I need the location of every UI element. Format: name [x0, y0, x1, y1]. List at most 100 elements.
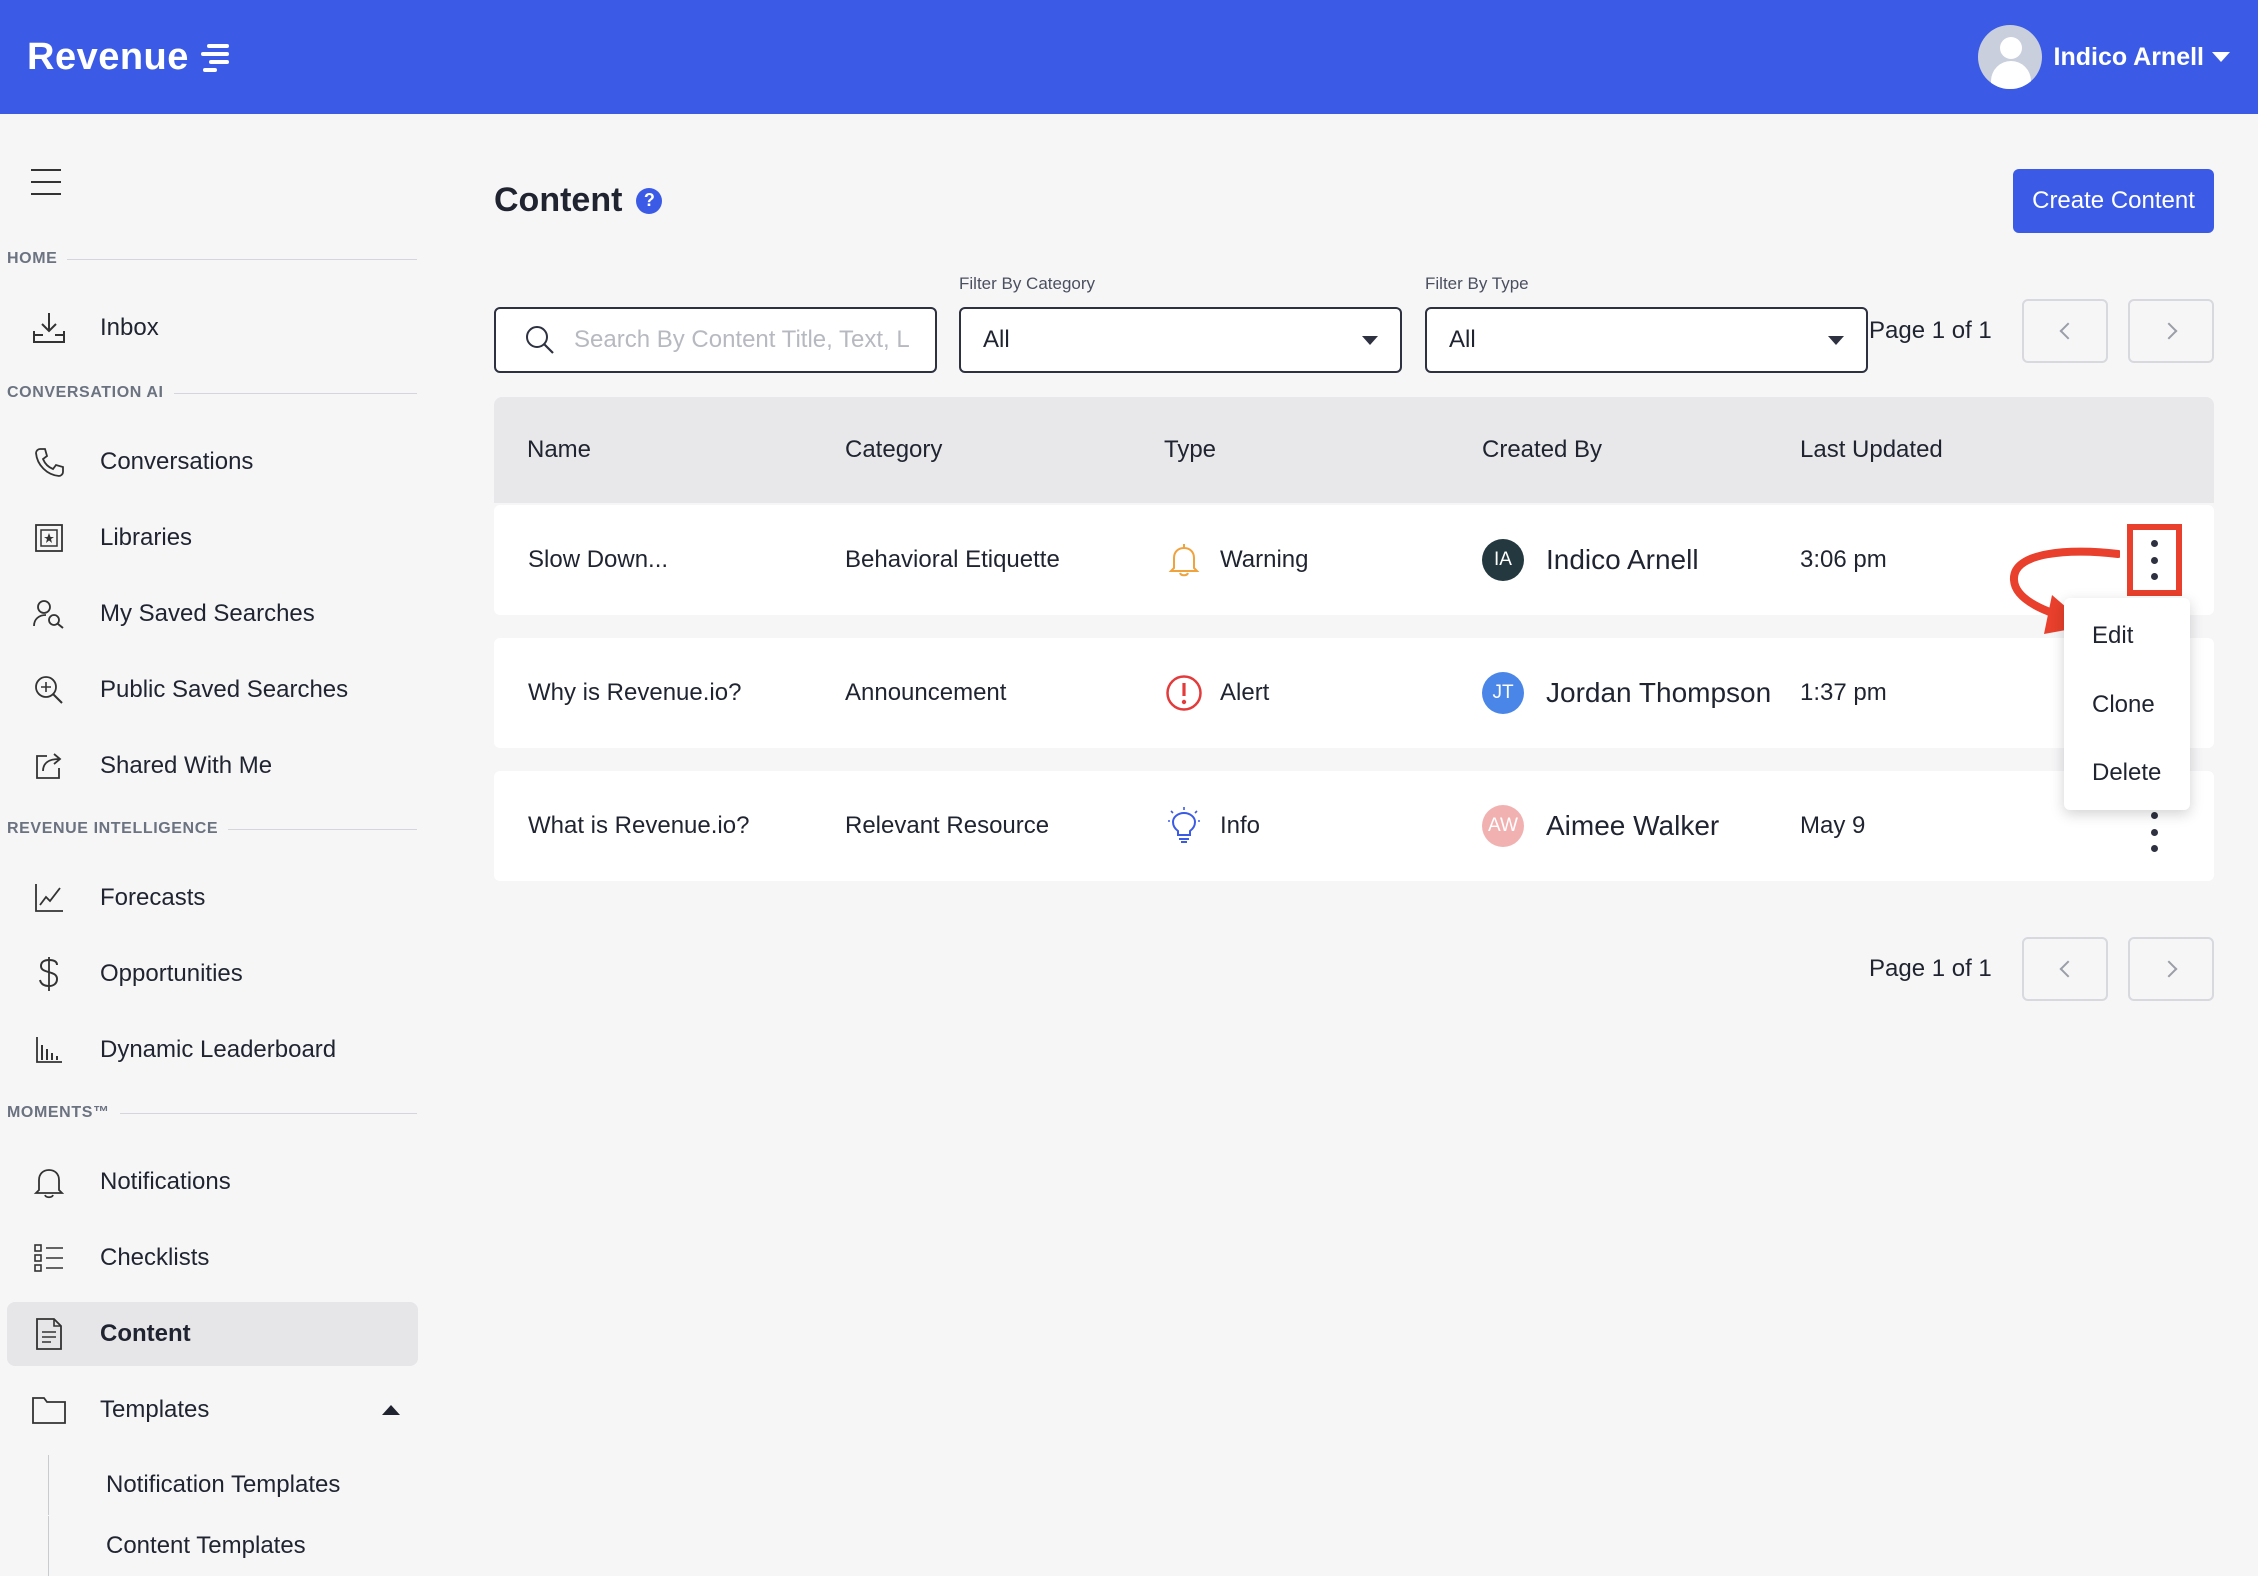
help-icon[interactable]: ? [636, 187, 663, 214]
filter-type-label: Filter By Type [1425, 274, 1529, 293]
lightbulb-icon [1164, 806, 1204, 846]
cell-category: Behavioral Etiquette [845, 546, 1060, 573]
column-header-type[interactable]: Type [1164, 397, 1216, 503]
section-moments: MOMENTS™ [7, 1104, 417, 1122]
search-box[interactable] [494, 307, 937, 373]
sidebar-item-checklists[interactable]: Checklists [7, 1226, 418, 1290]
brand-name: Revenue [27, 35, 189, 78]
menu-item-delete[interactable]: Delete [2092, 759, 2161, 787]
user-name: Indico Arnell [2053, 42, 2204, 71]
creator-avatar: IA [1482, 539, 1524, 581]
next-page-button[interactable] [2128, 937, 2214, 1001]
sidebar-item-public-saved-searches[interactable]: Public Saved Searches [7, 658, 418, 722]
search-icon [524, 324, 556, 356]
menu-item-clone[interactable]: Clone [2092, 691, 2155, 719]
sidebar-item-label: Checklists [100, 1244, 210, 1271]
cell-name: Why is Revenue.io? [528, 679, 742, 706]
section-revenue-intelligence: REVENUE INTELLIGENCE [7, 820, 417, 838]
filter-category-select[interactable]: All [959, 307, 1402, 373]
sidebar-item-forecasts[interactable]: Forecasts [7, 866, 418, 930]
sidebar: HOME Inbox CONVERSATION AI Conversations… [0, 114, 430, 1576]
inbox-icon [31, 310, 67, 346]
table-row[interactable]: Why is Revenue.io? Announcement Alert JT… [494, 638, 2214, 748]
annotation-highlight-box [2127, 524, 2182, 596]
hamburger-menu-icon[interactable] [31, 169, 61, 195]
sidebar-item-label: Content [100, 1320, 191, 1347]
creator-avatar: AW [1482, 805, 1524, 847]
cell-last-updated: 1:37 pm [1800, 679, 1887, 706]
search-input[interactable] [572, 325, 912, 355]
type-label: Warning [1220, 546, 1309, 573]
sidebar-item-my-saved-searches[interactable]: My Saved Searches [7, 582, 418, 646]
sidebar-item-inbox[interactable]: Inbox [7, 296, 418, 360]
bell-icon [31, 1164, 67, 1200]
sidebar-item-dynamic-leaderboard[interactable]: Dynamic Leaderboard [7, 1018, 418, 1082]
create-content-button[interactable]: Create Content [2013, 169, 2214, 233]
brand-logo[interactable]: Revenue [27, 36, 231, 79]
next-page-button[interactable] [2128, 299, 2214, 363]
type-label: Alert [1220, 679, 1270, 706]
cell-type: Alert [1164, 638, 1269, 748]
column-header-category[interactable]: Category [845, 397, 942, 503]
sidebar-item-label: Libraries [100, 524, 193, 551]
cell-name: Slow Down... [528, 546, 669, 573]
chevron-up-icon[interactable] [382, 1405, 400, 1415]
creator-name: Aimee Walker [1546, 810, 1720, 841]
sidebar-item-notifications[interactable]: Notifications [7, 1150, 418, 1214]
chevron-left-icon [2059, 960, 2076, 978]
sidebar-item-libraries[interactable]: Libraries [7, 506, 418, 570]
filter-type-select[interactable]: All [1425, 307, 1868, 373]
zoom-search-icon [31, 672, 67, 708]
cell-type: Info [1164, 771, 1260, 881]
sidebar-item-label: Opportunities [100, 960, 243, 987]
bar-chart-icon [31, 1032, 67, 1068]
chevron-down-icon [1362, 335, 1378, 345]
sidebar-item-shared-with-me[interactable]: Shared With Me [7, 734, 418, 798]
section-home: HOME [7, 250, 417, 268]
sidebar-item-label: Shared With Me [100, 752, 273, 779]
cell-last-updated: 3:06 pm [1800, 546, 1887, 573]
sidebar-item-label: Notification Templates [106, 1471, 341, 1498]
user-search-icon [31, 596, 67, 632]
sidebar-item-templates[interactable]: Templates [7, 1378, 418, 1442]
library-icon [31, 520, 67, 556]
chevron-down-icon [2212, 52, 2230, 62]
prev-page-button[interactable] [2022, 299, 2108, 363]
sidebar-item-conversations[interactable]: Conversations [7, 430, 418, 494]
column-header-last-updated[interactable]: Last Updated [1800, 397, 1943, 503]
sidebar-item-label: Templates [100, 1396, 210, 1423]
alert-circle-icon [1164, 673, 1204, 713]
creator-name: Jordan Thompson [1546, 677, 1772, 708]
cell-created-by: AW Aimee Walker [1482, 771, 1719, 881]
sidebar-item-label: Dynamic Leaderboard [100, 1036, 337, 1063]
sidebar-item-opportunities[interactable]: Opportunities [7, 942, 418, 1006]
folder-icon [31, 1392, 67, 1428]
share-icon [31, 748, 67, 784]
column-header-created-by[interactable]: Created By [1482, 397, 1602, 503]
page-title: Content ? [494, 181, 663, 220]
filter-category-value: All [983, 326, 1010, 353]
user-menu[interactable]: Indico Arnell [1977, 25, 2230, 89]
creator-avatar: JT [1482, 672, 1524, 714]
sidebar-item-label: Conversations [100, 448, 254, 475]
menu-item-edit[interactable]: Edit [2092, 622, 2133, 650]
creator-name: Indico Arnell [1546, 544, 1699, 575]
column-header-name[interactable]: Name [527, 397, 591, 503]
cell-created-by: IA Indico Arnell [1482, 505, 1699, 615]
sidebar-item-content[interactable]: Content [7, 1302, 418, 1366]
bell-icon [1164, 540, 1204, 580]
sidebar-item-label: Public Saved Searches [100, 676, 349, 703]
cell-name: What is Revenue.io? [528, 812, 750, 839]
cell-category: Relevant Resource [845, 812, 1050, 839]
prev-page-button[interactable] [2022, 937, 2108, 1001]
type-label: Info [1220, 812, 1261, 839]
table-row[interactable]: What is Revenue.io? Relevant Resource In… [494, 771, 2214, 881]
table-row[interactable]: Slow Down... Behavioral Etiquette Warnin… [494, 505, 2214, 615]
filter-type-value: All [1449, 326, 1476, 353]
sidebar-item-label: Notifications [100, 1168, 231, 1195]
top-bar: Revenue Indico Arnell [0, 0, 2258, 114]
more-actions-icon[interactable] [2148, 812, 2160, 852]
sidebar-item-label: Inbox [100, 314, 159, 341]
filter-category-label: Filter By Category [959, 274, 1096, 293]
sidebar-item-label: My Saved Searches [100, 600, 315, 627]
